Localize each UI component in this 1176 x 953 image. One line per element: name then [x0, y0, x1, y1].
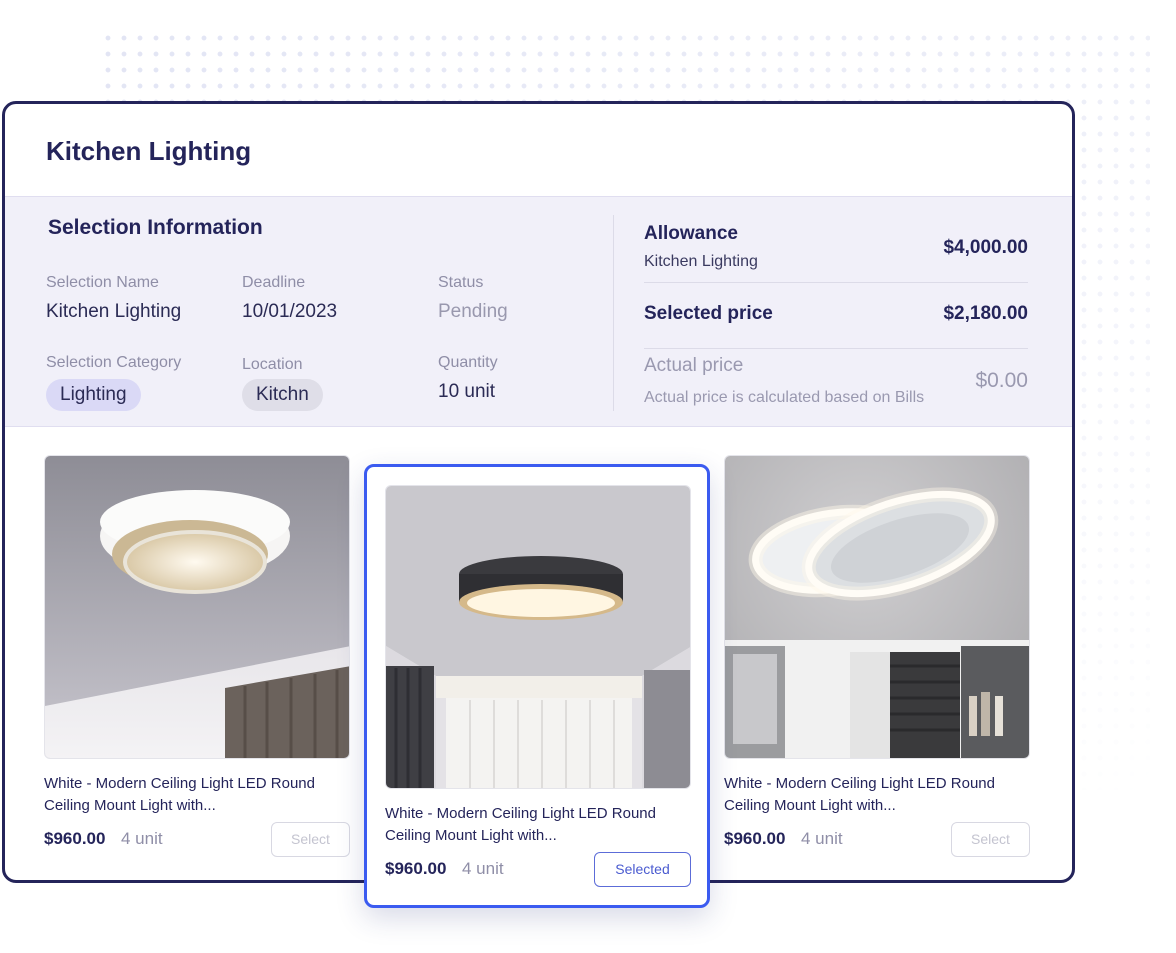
selected-price-row: Selected price $2,180.00 — [644, 283, 1028, 349]
actual-price-sub: Actual price is calculated based on Bill… — [644, 389, 925, 406]
selection-category-label: Selection Category — [46, 354, 182, 371]
deadline-value: 10/01/2023 — [242, 301, 338, 322]
selected-price-amount: $2,180.00 — [943, 303, 1028, 324]
select-button[interactable]: Select — [271, 822, 350, 857]
selection-info-panel: Selection Information Selection Name Kit… — [5, 196, 1072, 427]
selection-name-label: Selection Name — [46, 274, 159, 291]
location-chip[interactable]: Kitchn — [242, 379, 323, 411]
product-unit: 4 unit — [121, 829, 163, 848]
status-label: Status — [438, 274, 484, 291]
selection-name-value: Kitchen Lighting — [46, 301, 182, 322]
status-value: Pending — [438, 301, 508, 322]
actual-price-label: Actual price — [644, 355, 744, 376]
oval-ring-ceiling-light-image[interactable] — [724, 455, 1030, 759]
product-price: $960.00 — [385, 859, 447, 878]
black-drum-ceiling-light-image[interactable] — [385, 485, 691, 789]
allowance-amount: $4,000.00 — [943, 237, 1028, 258]
double-ring-ceiling-light-image[interactable] — [44, 455, 350, 759]
selected-price-label: Selected price — [644, 303, 773, 324]
product-description: White - Modern Ceiling Light LED Round C… — [385, 805, 656, 844]
product-price: $960.00 — [44, 829, 106, 848]
product-description: White - Modern Ceiling Light LED Round C… — [44, 775, 315, 814]
product-price: $960.00 — [724, 829, 786, 848]
category-chip[interactable]: Lighting — [46, 379, 141, 411]
actual-price-amount: $0.00 — [975, 369, 1028, 392]
product-unit: 4 unit — [462, 859, 504, 878]
select-button[interactable]: Select — [951, 822, 1030, 857]
deadline-label: Deadline — [242, 274, 306, 291]
page-title: Kitchen Lighting — [46, 136, 252, 166]
product-description: White - Modern Ceiling Light LED Round C… — [724, 775, 995, 814]
actual-price-row: Actual price Actual price is calculated … — [644, 349, 1028, 419]
allowance-label: Allowance — [644, 223, 738, 244]
location-label: Location — [242, 356, 303, 373]
quantity-label: Quantity — [438, 354, 498, 371]
panel-divider — [613, 215, 614, 411]
quantity-value: 10 unit — [438, 381, 496, 402]
selected-button[interactable]: Selected — [594, 852, 691, 887]
allowance-sub: Kitchen Lighting — [644, 253, 758, 270]
selection-info-title: Selection Information — [48, 216, 263, 239]
selected-product-card[interactable]: White - Modern Ceiling Light LED Round C… — [364, 464, 710, 908]
product-unit: 4 unit — [801, 829, 843, 848]
allowance-row: Allowance Kitchen Lighting $4,000.00 — [644, 221, 1028, 283]
